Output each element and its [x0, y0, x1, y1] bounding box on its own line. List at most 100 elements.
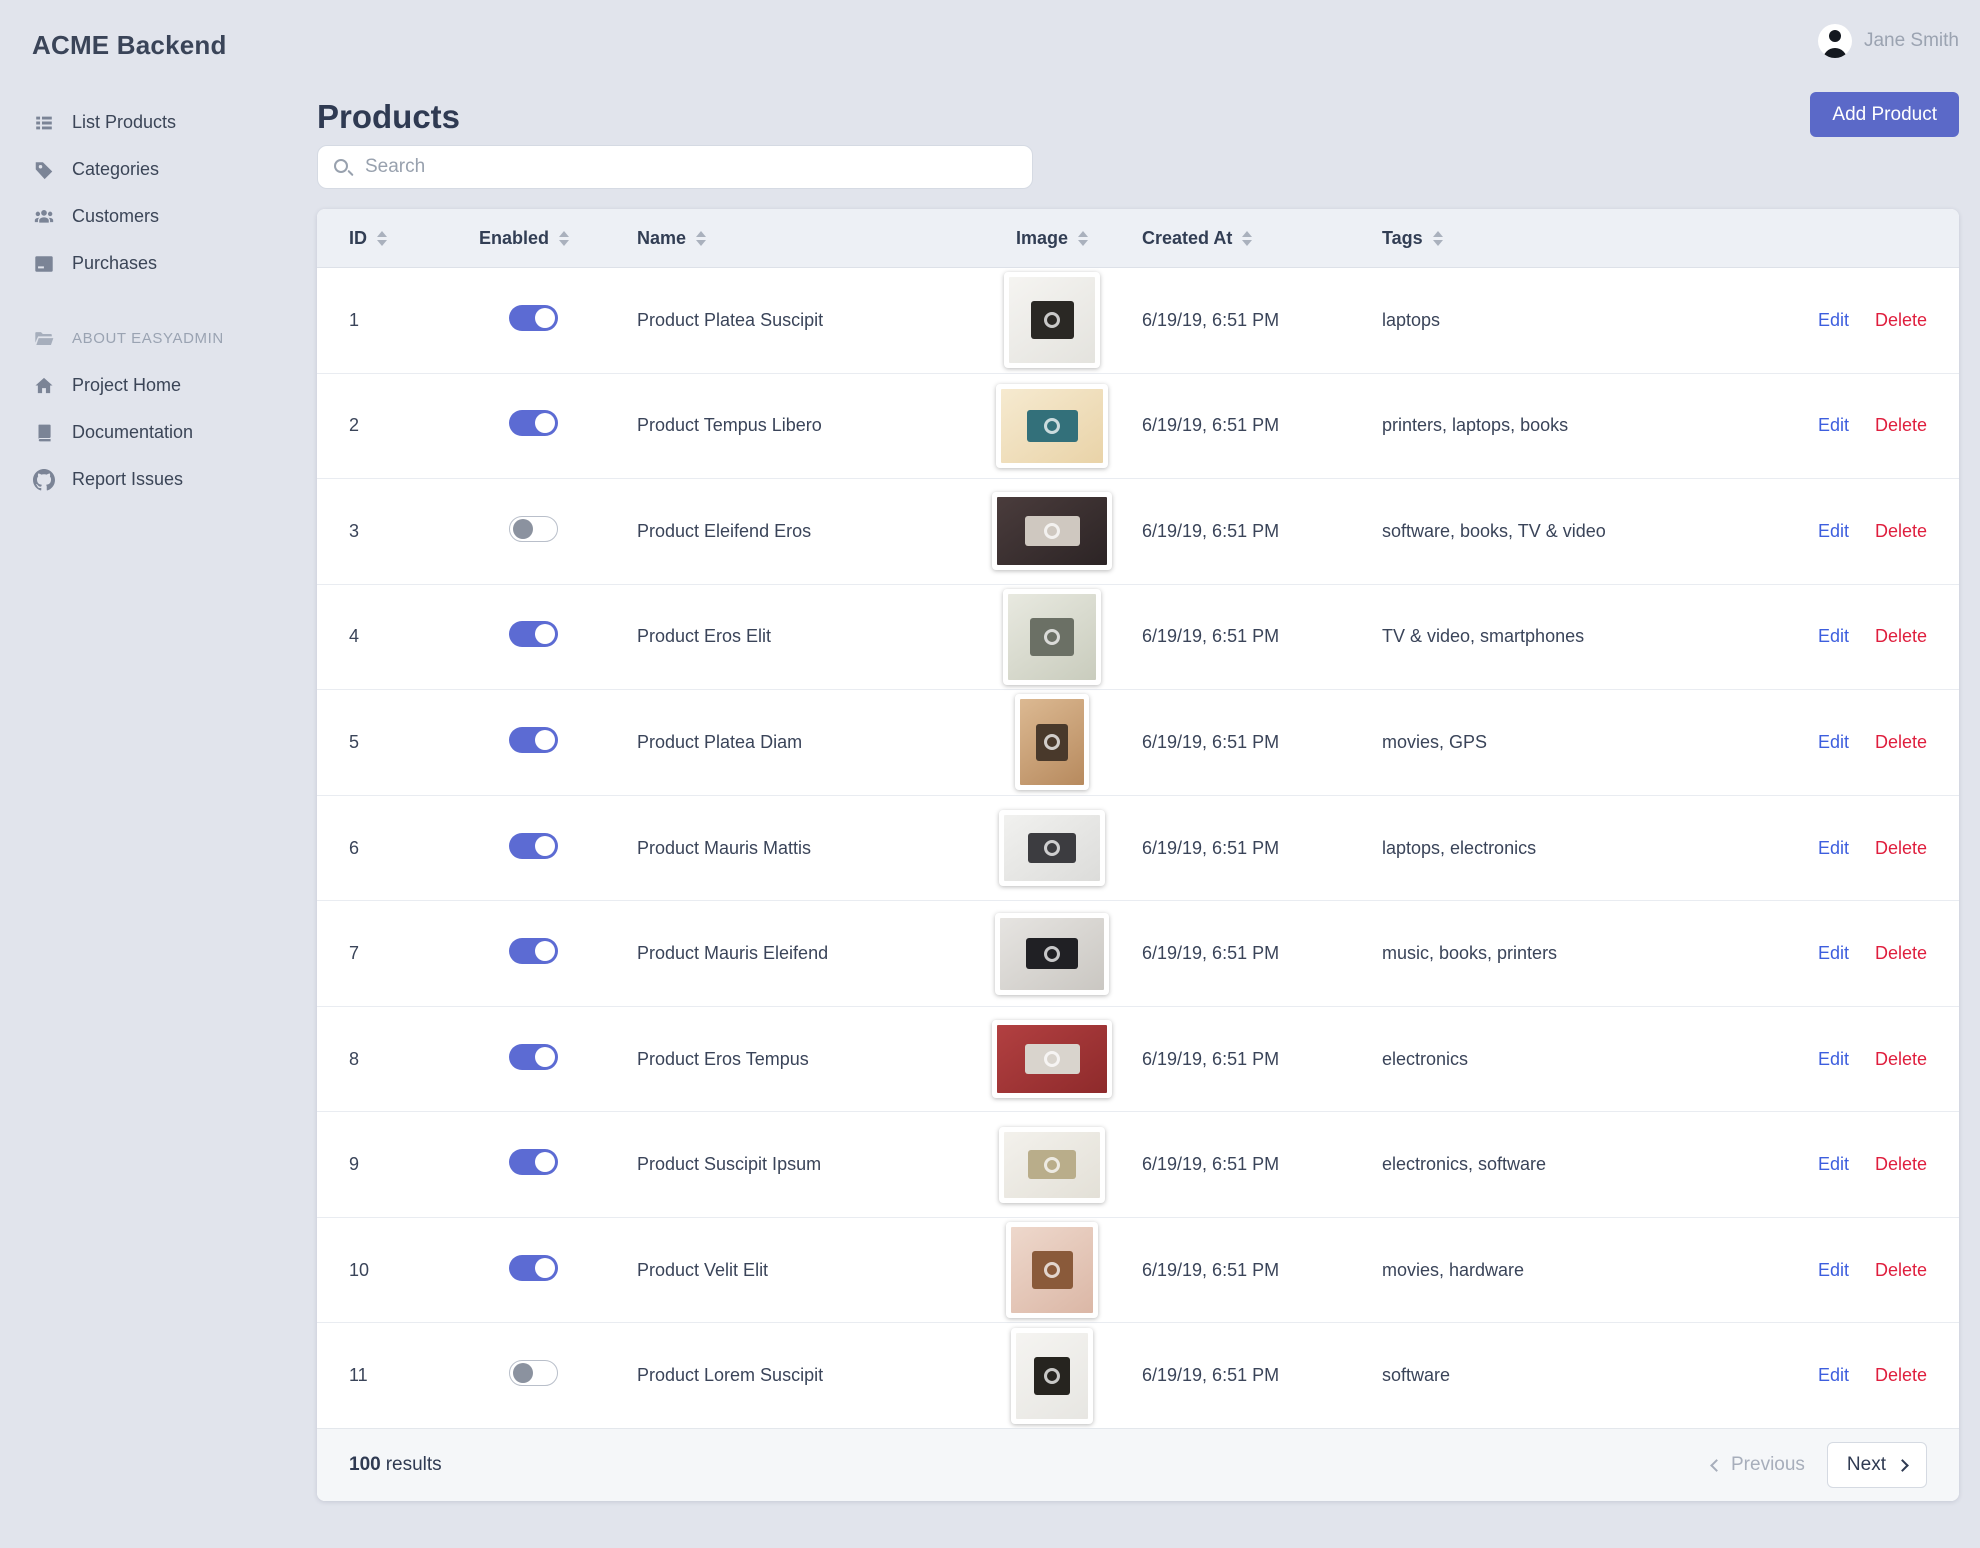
chevron-left-icon [1710, 1458, 1723, 1472]
search-box [317, 145, 1033, 189]
table-row: 4 Product Eros Elit 6/19/19, 6:51 PM TV … [317, 585, 1959, 691]
sidebar-item-project-home[interactable]: Project Home [0, 362, 317, 409]
edit-link[interactable]: Edit [1818, 1365, 1849, 1386]
row-id: 3 [349, 520, 360, 541]
sidebar-item-list-products[interactable]: List Products [0, 99, 317, 146]
edit-link[interactable]: Edit [1818, 732, 1849, 753]
column-header-created-at[interactable]: Created At [1142, 228, 1382, 249]
delete-link[interactable]: Delete [1875, 1260, 1927, 1281]
column-header-name[interactable]: Name [637, 228, 962, 249]
add-product-button[interactable]: Add Product [1810, 92, 1959, 137]
product-image [996, 383, 1108, 468]
product-image [995, 912, 1109, 995]
home-icon [32, 374, 56, 398]
sidebar-item-documentation[interactable]: Documentation [0, 409, 317, 456]
chevron-right-icon [1896, 1458, 1909, 1472]
user-menu[interactable]: Jane Smith [1817, 24, 1959, 58]
created-at: 6/19/19, 6:51 PM [1142, 1259, 1280, 1280]
sidebar: ACME Backend List Products Categories Cu… [0, 0, 317, 503]
edit-link[interactable]: Edit [1818, 943, 1849, 964]
toggle-knob [535, 307, 555, 328]
delete-link[interactable]: Delete [1875, 838, 1927, 859]
delete-link[interactable]: Delete [1875, 310, 1927, 331]
sort-icon[interactable] [696, 231, 706, 246]
created-at: 6/19/19, 6:51 PM [1142, 415, 1280, 436]
sort-icon[interactable] [1433, 231, 1443, 246]
next-page-button[interactable]: Next [1826, 1442, 1927, 1488]
tags: electronics, software [1382, 1154, 1547, 1175]
toggle-knob [535, 729, 555, 750]
table-body: 1 Product Platea Suscipit 6/19/19, 6:51 … [317, 268, 1959, 1428]
enabled-toggle[interactable] [509, 1149, 558, 1176]
previous-page-button[interactable]: Previous [1710, 1454, 1805, 1476]
toggle-knob [535, 1152, 555, 1173]
sort-icon[interactable] [1242, 231, 1252, 246]
enabled-toggle[interactable] [509, 304, 558, 331]
product-image [999, 1126, 1105, 1203]
product-name: Product Suscipit Ipsum [637, 1154, 822, 1175]
table-footer: 100 results Previous Next [317, 1428, 1959, 1501]
edit-link[interactable]: Edit [1818, 310, 1849, 331]
sidebar-item-report-issues[interactable]: Report Issues [0, 456, 317, 503]
edit-link[interactable]: Edit [1818, 1154, 1849, 1175]
delete-link[interactable]: Delete [1875, 415, 1927, 436]
page-title: Products [317, 98, 461, 135]
table-row: 3 Product Eleifend Eros 6/19/19, 6:51 PM… [317, 479, 1959, 585]
enabled-toggle[interactable] [509, 938, 558, 965]
created-at: 6/19/19, 6:51 PM [1142, 1365, 1280, 1386]
edit-link[interactable]: Edit [1818, 1049, 1849, 1070]
enabled-toggle[interactable] [509, 726, 558, 753]
edit-link[interactable]: Edit [1818, 415, 1849, 436]
sort-icon[interactable] [1078, 231, 1088, 246]
column-header-enabled[interactable]: Enabled [479, 228, 637, 249]
sidebar-item-purchases[interactable]: Purchases [0, 240, 317, 287]
delete-link[interactable]: Delete [1875, 626, 1927, 647]
search-input[interactable] [317, 145, 1033, 189]
delete-link[interactable]: Delete [1875, 1049, 1927, 1070]
row-id: 5 [349, 731, 360, 752]
edit-link[interactable]: Edit [1818, 521, 1849, 542]
column-header-id[interactable]: ID [349, 228, 479, 249]
sidebar-section-header: ABOUT EASYADMIN [0, 315, 317, 362]
list-icon [32, 111, 56, 135]
toggle-knob [535, 413, 555, 434]
product-name: Product Platea Diam [637, 731, 803, 752]
edit-link[interactable]: Edit [1818, 838, 1849, 859]
enabled-toggle[interactable] [509, 1360, 558, 1387]
edit-link[interactable]: Edit [1818, 626, 1849, 647]
sidebar-item-label: List Products [72, 112, 177, 132]
column-header-image[interactable]: Image [962, 228, 1142, 249]
delete-link[interactable]: Delete [1875, 1154, 1927, 1175]
table-row: 11 Product Lorem Suscipit 6/19/19, 6:51 … [317, 1323, 1959, 1428]
book-icon [32, 421, 56, 445]
sort-icon[interactable] [559, 231, 569, 246]
edit-link[interactable]: Edit [1818, 1260, 1849, 1281]
enabled-toggle[interactable] [509, 1254, 558, 1281]
sort-icon[interactable] [377, 231, 387, 246]
camera-icon [1028, 833, 1076, 863]
table-header-row: ID Enabled Name Image Created At Tags [317, 209, 1959, 268]
toggle-knob [535, 1046, 555, 1067]
enabled-toggle[interactable] [509, 1043, 558, 1070]
credit-card-icon [32, 252, 56, 276]
sidebar-section-label: ABOUT EASYADMIN [72, 330, 224, 347]
product-image [1004, 272, 1100, 369]
delete-link[interactable]: Delete [1875, 521, 1927, 542]
enabled-toggle[interactable] [509, 515, 558, 542]
created-at: 6/19/19, 6:51 PM [1142, 1154, 1280, 1175]
enabled-toggle[interactable] [509, 621, 558, 648]
tags: movies, GPS [1382, 731, 1488, 752]
delete-link[interactable]: Delete [1875, 732, 1927, 753]
enabled-toggle[interactable] [509, 410, 558, 437]
tags: laptops [1382, 309, 1441, 330]
sidebar-item-categories[interactable]: Categories [0, 146, 317, 193]
camera-icon [1030, 617, 1074, 656]
toggle-knob [535, 941, 555, 962]
delete-link[interactable]: Delete [1875, 1365, 1927, 1386]
user-avatar-icon [1817, 24, 1852, 58]
enabled-toggle[interactable] [509, 832, 558, 859]
sidebar-item-customers[interactable]: Customers [0, 193, 317, 240]
row-id: 4 [349, 626, 360, 647]
delete-link[interactable]: Delete [1875, 943, 1927, 964]
column-header-tags[interactable]: Tags [1382, 228, 1727, 249]
